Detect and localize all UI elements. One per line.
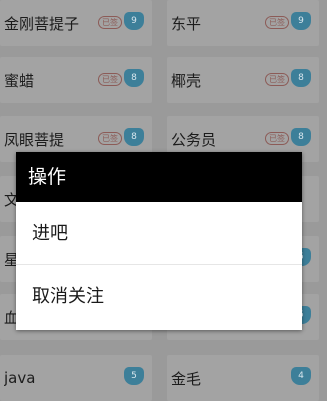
level-badge: 8 — [291, 128, 311, 146]
signed-tag: 已签 — [98, 16, 122, 29]
item-name: 椰壳 — [171, 71, 202, 90]
unfollow-option[interactable]: 取消关注 — [16, 265, 302, 328]
level-badge: 9 — [291, 12, 311, 30]
list-item[interactable]: 金刚菩提子 已签 9 — [0, 0, 152, 46]
item-name: 东平 — [171, 14, 202, 33]
action-dialog: 操作 进吧 取消关注 — [16, 152, 302, 330]
item-name: 金毛 — [171, 369, 202, 388]
dialog-title: 操作 — [16, 152, 302, 202]
list-item[interactable]: 蜜蜡 已签 8 — [0, 57, 152, 103]
signed-tag: 已签 — [98, 132, 122, 145]
signed-tag: 已签 — [265, 132, 289, 145]
level-badge: 9 — [124, 12, 144, 30]
item-name: java — [4, 369, 36, 387]
level-badge: 8 — [291, 69, 311, 87]
list-item[interactable]: 椰壳 已签 8 — [167, 57, 319, 103]
enter-option[interactable]: 进吧 — [16, 202, 302, 265]
list-item[interactable]: 东平 已签 9 — [167, 0, 319, 46]
list-item[interactable]: java 5 — [0, 355, 152, 401]
level-badge: 8 — [124, 128, 144, 146]
item-name: 公务员 — [171, 130, 217, 149]
item-name: 金刚菩提子 — [4, 14, 80, 33]
item-name: 蜜蜡 — [4, 71, 35, 90]
item-name: 凤眼菩提 — [4, 130, 65, 149]
signed-tag: 已签 — [265, 16, 289, 29]
level-badge: 4 — [291, 367, 311, 385]
list-item[interactable]: 金毛 4 — [167, 355, 319, 401]
level-badge: 8 — [124, 69, 144, 87]
signed-tag: 已签 — [98, 73, 122, 86]
level-badge: 5 — [124, 367, 144, 385]
signed-tag: 已签 — [265, 73, 289, 86]
